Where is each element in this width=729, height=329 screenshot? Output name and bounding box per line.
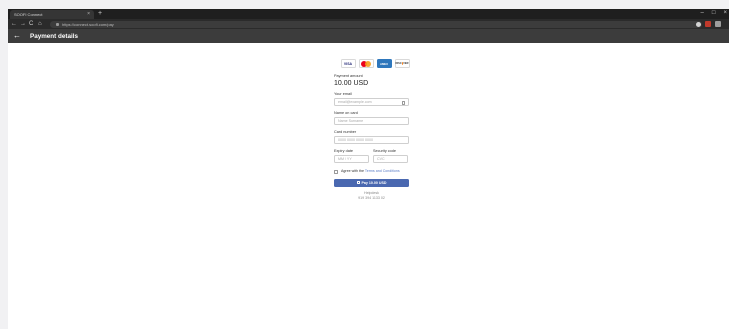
- tab-strip: SOOFI Connect × + – □ ×: [8, 9, 729, 19]
- card-number-label: Card number: [334, 130, 357, 134]
- card-number-field[interactable]: 0000 0000 0000 0000: [334, 136, 409, 144]
- back-arrow-icon[interactable]: ←: [13, 29, 21, 43]
- close-window-button[interactable]: ×: [723, 9, 727, 18]
- cvc-placeholder: CVC: [377, 157, 385, 161]
- maximize-button[interactable]: □: [712, 9, 716, 18]
- amount-value: 10.00 USD: [334, 80, 369, 87]
- terms-link[interactable]: Terms and Conditions: [365, 169, 400, 173]
- browser-window: SOOFI Connect × + – □ × ← → C ⌂ https://…: [8, 9, 729, 329]
- name-label: Name on card: [334, 111, 358, 115]
- pay-button[interactable]: Pay 10.00 USD: [334, 178, 409, 187]
- helpdesk-phone: 919 394 1133 02: [358, 195, 385, 200]
- card-number-placeholder: 0000 0000 0000 0000: [338, 138, 373, 142]
- expiry-field[interactable]: MM / YY: [334, 155, 369, 163]
- name-placeholder: Name Surname: [338, 119, 364, 123]
- name-on-card-field[interactable]: Name Surname: [334, 117, 409, 125]
- terms-agreement: Agree with the Terms and Conditions: [334, 169, 412, 174]
- email-label: Your email: [334, 92, 352, 96]
- tab-close-icon[interactable]: ×: [87, 12, 90, 17]
- new-tab-button[interactable]: +: [98, 10, 102, 18]
- url-bar[interactable]: https://connect.soofi.com/pay: [50, 20, 702, 28]
- amex-logo-icon: AMEX: [376, 59, 392, 68]
- lock-icon: [56, 22, 59, 26]
- email-field[interactable]: email@example.com: [334, 98, 409, 106]
- extension-icon[interactable]: [705, 21, 711, 27]
- agree-prefix: Agree with the: [341, 169, 364, 173]
- page-title: Payment details: [30, 32, 78, 40]
- card-brands: VISA AMEX DISC VER: [338, 59, 412, 68]
- back-nav-icon[interactable]: ←: [11, 19, 17, 29]
- visa-logo-icon: VISA: [340, 59, 356, 68]
- expiry-label: Expiry date: [334, 149, 353, 153]
- app-header: ← Payment details: [8, 29, 729, 43]
- cvc-column: Security code CVC: [373, 149, 408, 168]
- window-controls: – □ ×: [701, 9, 727, 18]
- extensions-puzzle-icon[interactable]: [715, 21, 721, 27]
- url-text: https://connect.soofi.com/pay: [62, 21, 114, 27]
- home-icon[interactable]: ⌂: [38, 19, 42, 29]
- mastercard-circles: [361, 60, 371, 67]
- pay-button-label: Pay 10.00 USD: [361, 180, 387, 185]
- tab-title: SOOFI Connect: [14, 12, 43, 17]
- reload-icon[interactable]: C: [29, 19, 33, 29]
- mastercard-logo-icon: [358, 59, 374, 68]
- expiry-column: Expiry date MM / YY: [334, 149, 369, 168]
- discover-logo-icon: DISC VER: [394, 59, 410, 68]
- helpdesk-info: Helpdesk 919 394 1133 02: [334, 191, 409, 201]
- minimize-button[interactable]: –: [701, 9, 704, 18]
- browser-tab[interactable]: SOOFI Connect ×: [10, 10, 94, 19]
- security-code-field[interactable]: CVC: [373, 155, 408, 163]
- expiry-cvc-row: Expiry date MM / YY Security code CVC: [334, 149, 412, 168]
- screen-background: SOOFI Connect × + – □ × ← → C ⌂ https://…: [0, 0, 729, 329]
- visa-label: VISA: [343, 61, 353, 66]
- clipboard-icon[interactable]: [402, 100, 405, 105]
- terms-text: Agree with the Terms and Conditions: [341, 169, 405, 173]
- lock-icon: [356, 181, 360, 184]
- expiry-placeholder: MM / YY: [338, 157, 352, 161]
- profile-icon[interactable]: [696, 21, 701, 27]
- forward-nav-icon[interactable]: →: [20, 19, 26, 29]
- cvc-label: Security code: [373, 149, 397, 153]
- address-bar-row: ← → C ⌂ https://connect.soofi.com/pay: [8, 19, 729, 29]
- terms-checkbox[interactable]: [334, 169, 338, 174]
- email-placeholder: email@example.com: [338, 100, 372, 104]
- payment-form: VISA AMEX DISC VER Payment amount 10.00 U…: [334, 59, 412, 201]
